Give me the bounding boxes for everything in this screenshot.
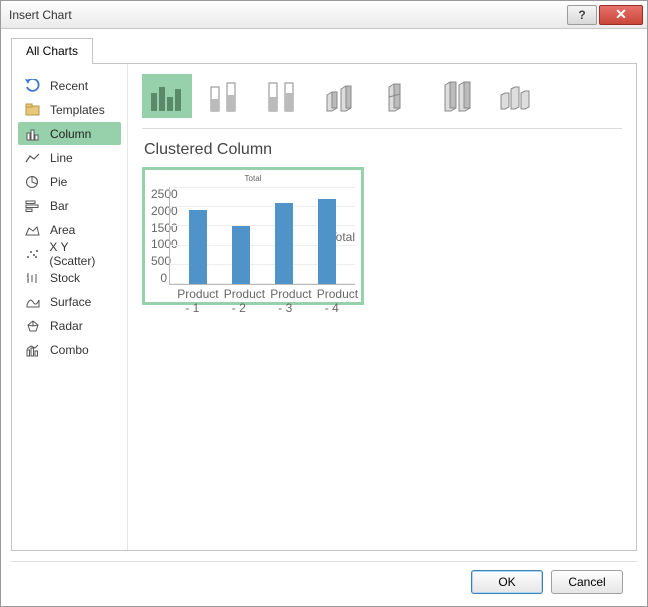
scatter-icon xyxy=(24,247,41,261)
area-icon xyxy=(24,223,42,237)
subtype-3d-100-stacked-column[interactable] xyxy=(432,74,482,118)
chart-type-sidebar: Recent Templates Column Line Pie xyxy=(12,64,128,550)
preview-bar xyxy=(189,210,207,284)
preview-x-axis: Product - 1 Product - 2 Product - 3 Prod… xyxy=(151,287,355,315)
preview-bar xyxy=(275,203,293,284)
subtype-3d-column[interactable] xyxy=(490,74,540,118)
recent-icon xyxy=(24,79,42,93)
stacked-column-icon xyxy=(205,79,245,113)
chart-preview[interactable]: Total 2500 2000 1500 1000 500 0 xyxy=(142,167,364,305)
tab-strip: All Charts xyxy=(1,29,647,64)
clustered-column-icon xyxy=(147,79,187,113)
sidebar-item-label: Line xyxy=(50,151,73,165)
sidebar-item-label: X Y (Scatter) xyxy=(49,240,115,268)
sidebar-item-bar[interactable]: Bar xyxy=(18,194,121,217)
line-icon xyxy=(24,151,42,165)
preview-title: Total xyxy=(151,174,355,183)
preview-plot-area xyxy=(169,187,355,285)
bar-icon xyxy=(24,199,42,213)
column-icon xyxy=(24,127,42,141)
combo-icon xyxy=(24,343,42,357)
sidebar-item-combo[interactable]: Combo xyxy=(18,338,121,361)
3d-clustered-column-icon xyxy=(321,79,361,113)
sidebar-item-scatter[interactable]: X Y (Scatter) xyxy=(18,242,121,265)
sidebar-item-label: Combo xyxy=(50,343,89,357)
subtype-stacked-column[interactable] xyxy=(200,74,250,118)
stock-icon xyxy=(24,271,42,285)
templates-icon xyxy=(24,103,42,117)
chart-subtype-title: Clustered Column xyxy=(144,141,622,159)
preview-bar xyxy=(232,226,250,284)
close-icon: ✕ xyxy=(615,6,627,23)
sidebar-item-recent[interactable]: Recent xyxy=(18,74,121,97)
sidebar-item-stock[interactable]: Stock xyxy=(18,266,121,289)
3d-100-stacked-column-icon xyxy=(437,79,477,113)
sidebar-item-label: Templates xyxy=(50,103,105,117)
close-button[interactable]: ✕ xyxy=(599,5,643,25)
sidebar-item-label: Recent xyxy=(50,79,88,93)
tab-label: All Charts xyxy=(26,44,78,58)
help-button[interactable]: ? xyxy=(567,5,597,25)
ok-button[interactable]: OK xyxy=(471,570,543,594)
sidebar-item-pie[interactable]: Pie xyxy=(18,170,121,193)
sidebar-item-label: Surface xyxy=(50,295,91,309)
column-subtype-row xyxy=(142,74,622,129)
dialog-footer: OK Cancel xyxy=(11,561,637,606)
3d-stacked-column-icon xyxy=(379,79,419,113)
sidebar-item-column[interactable]: Column xyxy=(18,122,121,145)
subtype-3d-stacked-column[interactable] xyxy=(374,74,424,118)
window-title: Insert Chart xyxy=(9,8,565,22)
preview-y-axis: 2500 2000 1500 1000 500 0 xyxy=(151,187,169,285)
3d-column-icon xyxy=(495,79,535,113)
tab-all-charts[interactable]: All Charts xyxy=(11,38,93,64)
subtype-clustered-column[interactable] xyxy=(142,74,192,118)
sidebar-item-area[interactable]: Area xyxy=(18,218,121,241)
sidebar-item-label: Bar xyxy=(50,199,69,213)
sidebar-item-label: Area xyxy=(50,223,75,237)
sidebar-item-surface[interactable]: Surface xyxy=(18,290,121,313)
sidebar-item-templates[interactable]: Templates xyxy=(18,98,121,121)
main-panel: Clustered Column Total 2500 2000 1500 10… xyxy=(128,64,636,550)
cancel-button[interactable]: Cancel xyxy=(551,570,623,594)
insert-chart-dialog: Insert Chart ? ✕ All Charts Recent Templ… xyxy=(0,0,648,607)
surface-icon xyxy=(24,295,42,309)
help-icon: ? xyxy=(578,8,585,22)
radar-icon xyxy=(24,319,42,333)
pie-icon xyxy=(24,175,42,189)
title-bar: Insert Chart ? ✕ xyxy=(1,1,647,29)
100-stacked-column-icon xyxy=(263,79,303,113)
sidebar-item-label: Stock xyxy=(50,271,80,285)
sidebar-item-radar[interactable]: Radar xyxy=(18,314,121,337)
subtype-3d-clustered-column[interactable] xyxy=(316,74,366,118)
sidebar-item-label: Column xyxy=(50,127,91,141)
preview-bar xyxy=(318,199,336,284)
sidebar-item-line[interactable]: Line xyxy=(18,146,121,169)
sidebar-item-label: Radar xyxy=(50,319,83,333)
sidebar-item-label: Pie xyxy=(50,175,67,189)
subtype-100-stacked-column[interactable] xyxy=(258,74,308,118)
